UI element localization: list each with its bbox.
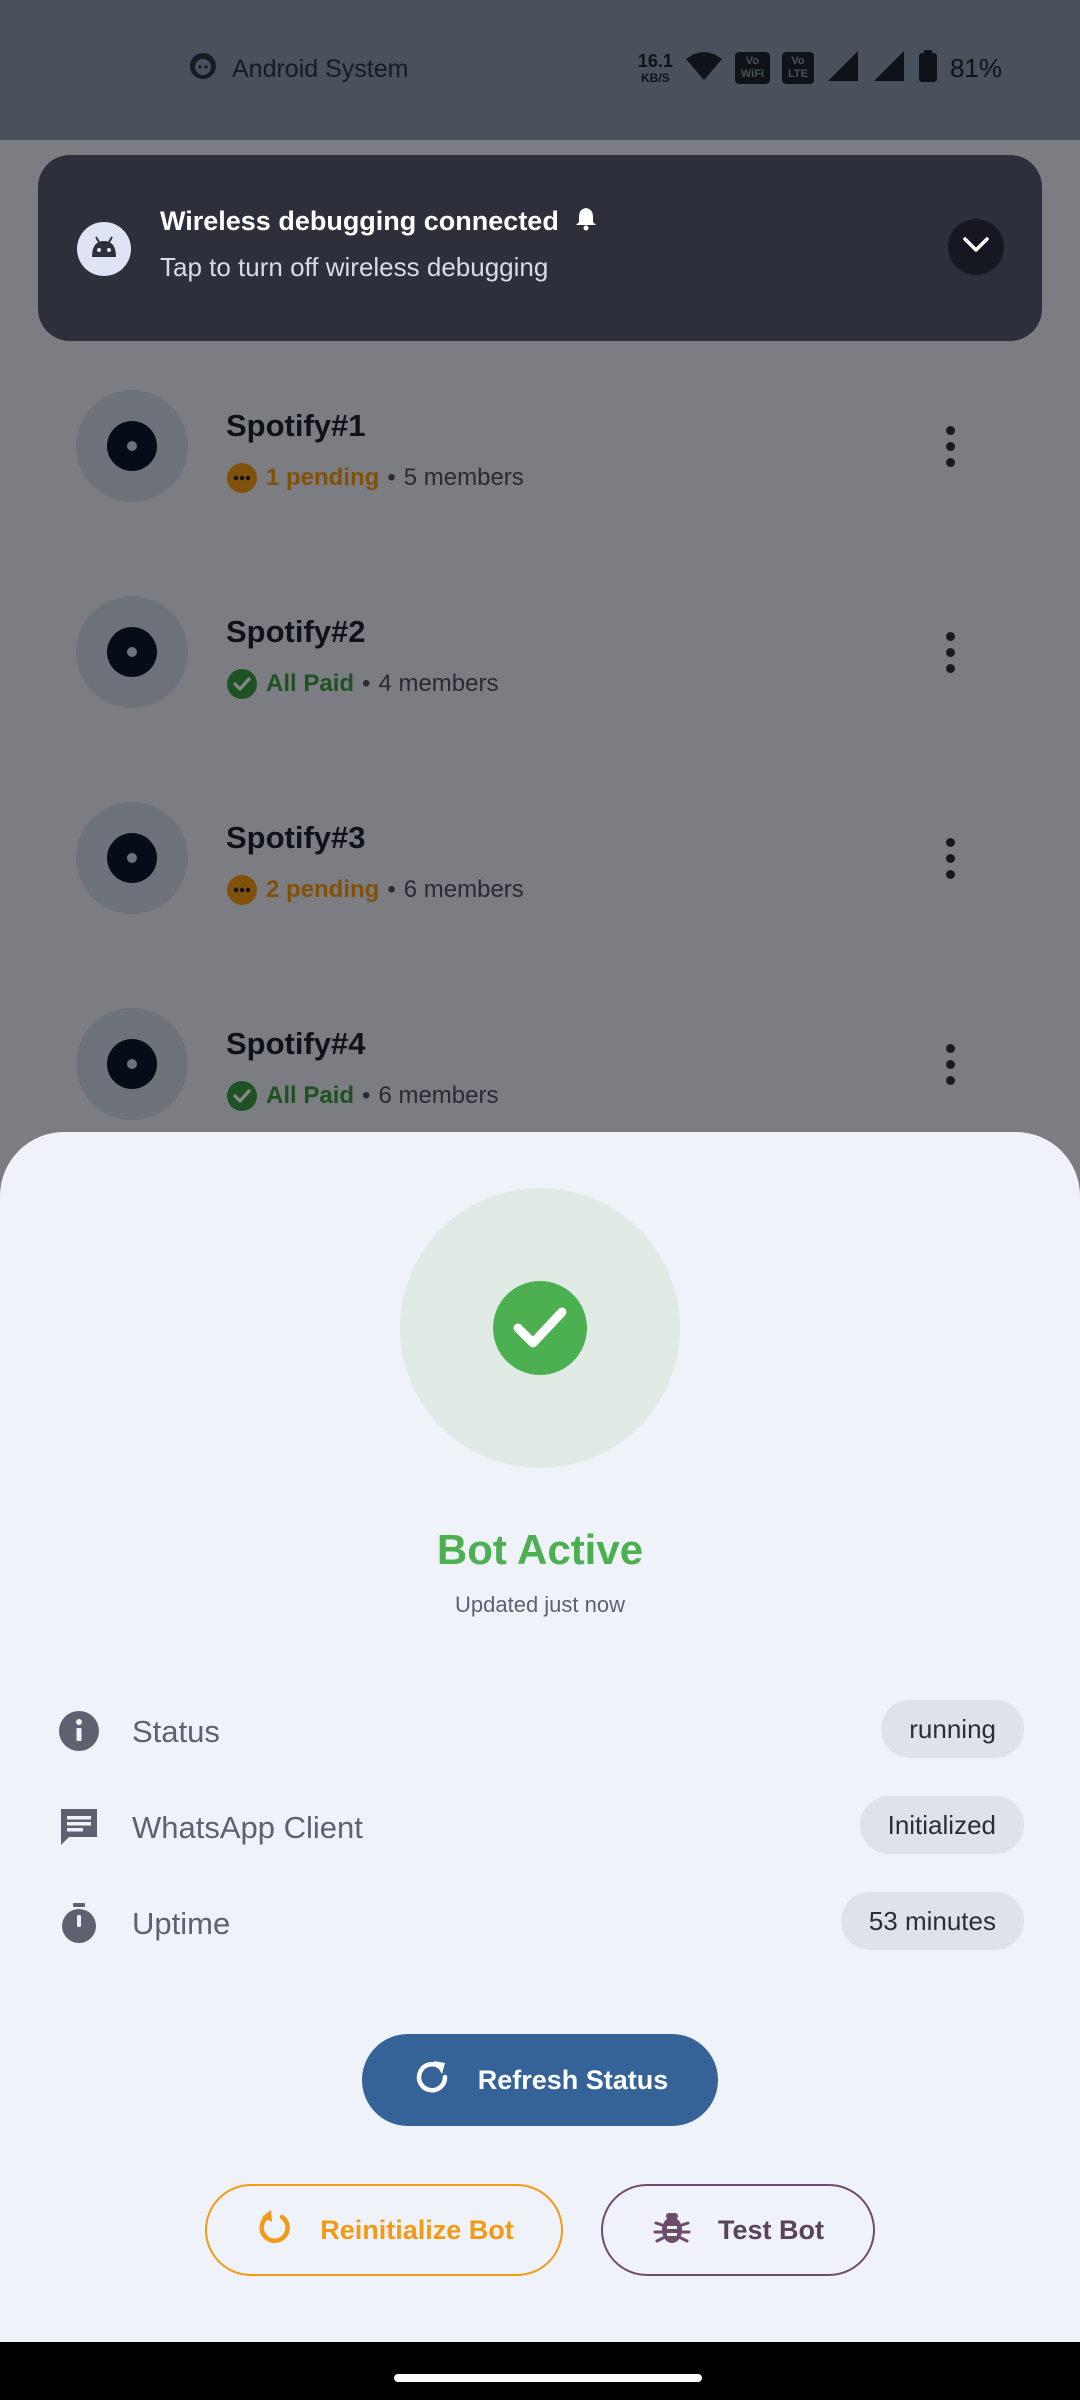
refresh-status-label: Refresh Status [477,2064,669,2095]
bug-icon [652,2207,692,2254]
more-options-icon[interactable] [930,828,970,888]
volte-top: Vo [791,55,805,67]
home-gesture-handle[interactable] [394,2374,702,2382]
separator-dot: • [387,464,396,491]
uptime-value: 53 minutes [840,1892,1024,1950]
more-options-icon[interactable] [930,416,970,476]
battery-icon [918,49,938,87]
android-debug-icon [77,222,131,276]
music-disc-icon [107,627,157,677]
status-bar: Android System 16.1 KB/S Vo WiFi Vo LTE … [0,0,1080,140]
group-summary: All Paid • 4 members [226,668,498,700]
volte-icon: Vo LTE [781,52,814,84]
test-bot-label: Test Bot [718,2214,824,2245]
status-icons: 16.1 KB/S Vo WiFi Vo LTE 81% [638,46,1002,90]
notification-text: Tap to turn off wireless debugging [160,252,549,282]
member-count: 5 members [403,464,524,491]
chat-icon [58,1806,100,1848]
group-summary: All Paid • 6 members [226,1080,498,1112]
updated-timestamp: Updated just now [455,1592,625,1617]
member-count: 6 members [403,876,524,903]
list-item[interactable]: Spotify#1 1 pending • 5 members [0,344,1080,550]
pending-icon [226,874,258,906]
wifi-icon [685,51,723,86]
refresh-icon [412,2057,452,2104]
status-row-label: Status [132,1714,220,1749]
uptime-label: Uptime [132,1906,231,1941]
bell-icon [573,205,599,238]
uptime-row: Uptime 53 minutes [58,1892,1024,1952]
more-options-icon[interactable] [930,622,970,682]
check-circle-icon [226,1080,258,1112]
whatsapp-client-label: WhatsApp Client [132,1810,363,1845]
member-count: 4 members [378,670,499,697]
android-system-icon [188,51,218,88]
list-item[interactable]: Spotify#2 All Paid • 4 members [0,550,1080,756]
notification-title-row: Wireless debugging connected [160,205,599,238]
separator-dot: • [362,670,371,697]
navigation-bar [0,2342,1080,2400]
chevron-down-icon [962,236,990,259]
group-avatar [76,390,188,502]
test-bot-button[interactable]: Test Bot [601,2184,875,2276]
group-avatar [76,802,188,914]
check-circle-icon [226,668,258,700]
timer-icon [58,1902,100,1944]
group-name: Spotify#1 [226,408,366,443]
signal-icon-1 [826,49,860,88]
payment-status: 1 pending [266,464,380,491]
more-options-icon[interactable] [930,1034,970,1094]
music-disc-icon [107,1039,157,1089]
payment-status: All Paid [266,670,355,697]
group-name: Spotify#4 [226,1026,366,1061]
system-label: Android System [232,54,409,83]
info-icon [58,1710,100,1752]
separator-dot: • [387,876,396,903]
list-item[interactable]: Spotify#3 2 pending • 6 members [0,756,1080,962]
vowifi-icon: Vo WiFi [734,52,770,84]
reinitialize-bot-label: Reinitialize Bot [320,2214,514,2245]
group-summary: 2 pending • 6 members [226,874,524,906]
group-name: Spotify#3 [226,820,366,855]
network-speed-value: 16.1 [637,51,673,71]
music-disc-icon [107,421,157,471]
debug-notification[interactable]: Wireless debugging connected Tap to turn… [38,155,1042,341]
group-avatar [76,1008,188,1120]
bot-status-sheet: Bot Active Updated just now Status runni… [0,1132,1080,2342]
payment-status: All Paid [266,1082,355,1109]
whatsapp-client-row: WhatsApp Client Initialized [58,1796,1024,1856]
network-speed: 16.1 KB/S [638,52,673,84]
network-speed-unit: KB/S [641,71,670,85]
signal-icon-2 [872,49,906,88]
check-circle-icon [493,1281,587,1375]
payment-status: 2 pending [266,876,380,903]
bot-status-title: Bot Active [436,1526,644,1573]
group-name: Spotify#2 [226,614,366,649]
notification-title: Wireless debugging connected [160,206,559,236]
expand-notification-button[interactable] [948,219,1004,275]
status-row: Status running [58,1700,1024,1760]
pending-icon [226,462,258,494]
separator-dot: • [362,1082,371,1109]
restart-icon [254,2207,294,2254]
status-row-value: running [881,1700,1024,1758]
volte-bottom: LTE [787,68,808,80]
vowifi-bottom: WiFi [740,68,764,80]
music-disc-icon [107,833,157,883]
system-notification-source: Android System [188,52,408,86]
reinitialize-bot-button[interactable]: Reinitialize Bot [205,2184,563,2276]
refresh-status-button[interactable]: Refresh Status [362,2034,718,2126]
member-count: 6 members [378,1082,499,1109]
group-summary: 1 pending • 5 members [226,462,524,494]
vowifi-top: Vo [745,55,760,67]
group-avatar [76,596,188,708]
status-hero [400,1188,680,1468]
whatsapp-client-value: Initialized [859,1796,1024,1854]
battery-percent: 81% [949,52,1002,83]
